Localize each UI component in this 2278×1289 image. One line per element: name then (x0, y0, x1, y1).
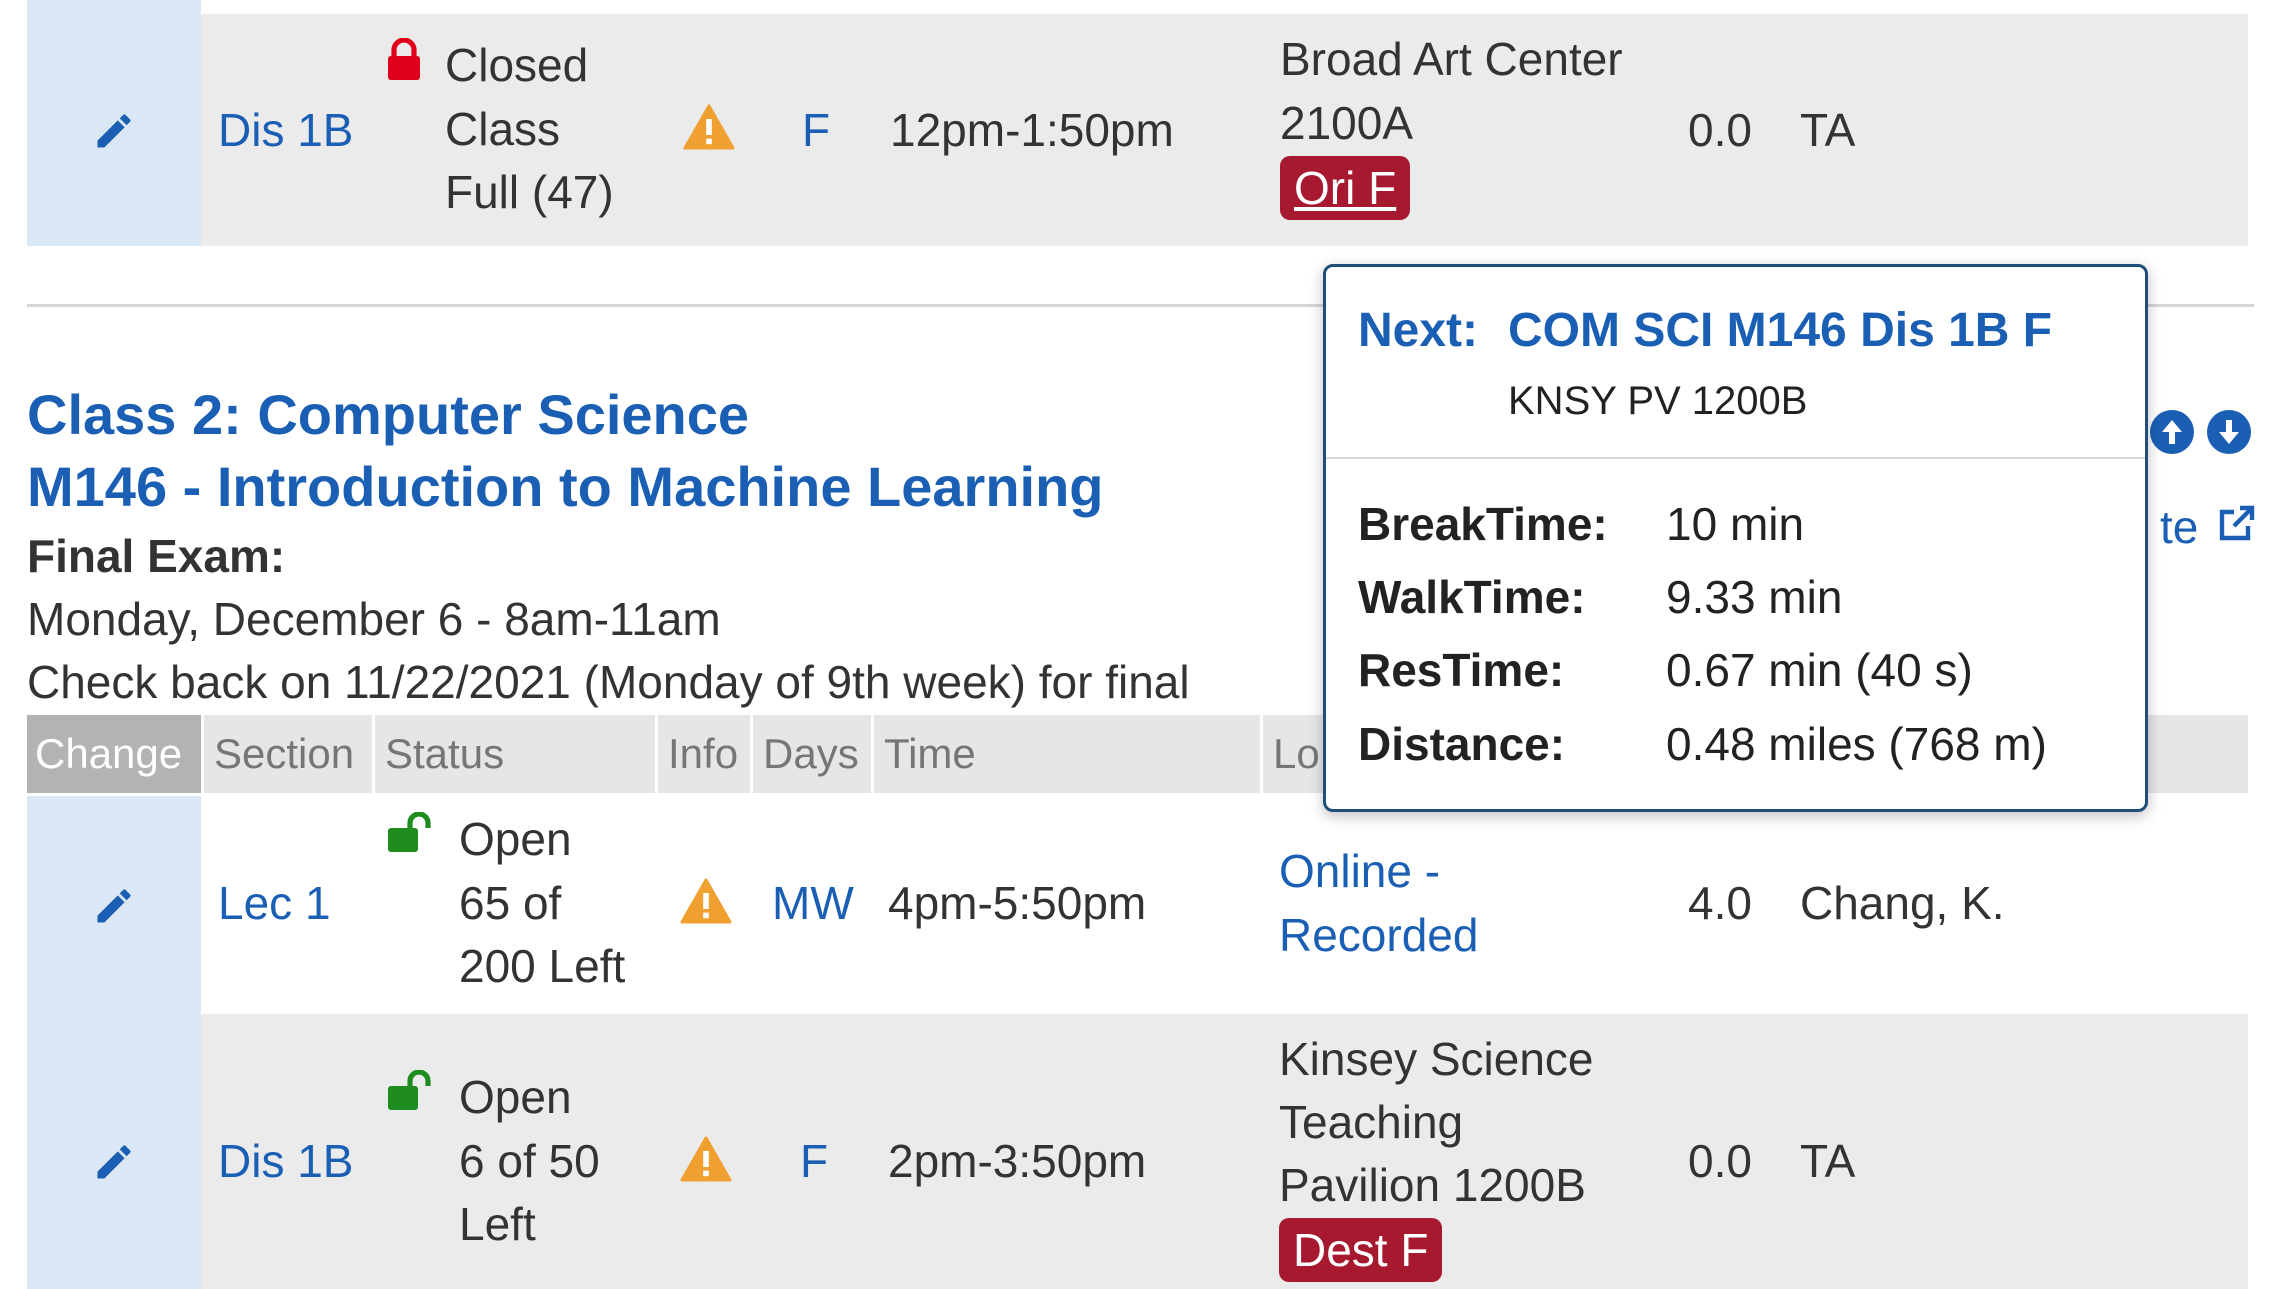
location-line: Broad Art Center (1280, 33, 1623, 85)
status-line: Open (459, 813, 572, 865)
status-line: 6 of 50 (459, 1135, 600, 1187)
lock-closed-icon (388, 38, 420, 80)
walk-time-label: WalkTime: (1358, 571, 1586, 623)
status-line: 65 of (459, 877, 562, 929)
class-title: Class 2: Computer Science (27, 383, 750, 446)
header-time[interactable]: Time (874, 715, 1260, 793)
tooltip-next-label: Next: (1358, 304, 1479, 357)
location-line: Pavilion 1200B (1279, 1159, 1586, 1211)
warning-icon[interactable] (683, 104, 735, 150)
break-time-label: BreakTime: (1358, 498, 1608, 550)
walk-time-value: 9.33 min (1666, 571, 1843, 623)
external-link-partial[interactable]: te (2160, 496, 2198, 559)
status-line: Left (459, 1198, 536, 1250)
status-line: Full (47) (445, 166, 614, 218)
distance-value: 0.48 miles (768 m) (1666, 718, 2047, 770)
time-text: 4pm-5:50pm (888, 877, 1147, 929)
section-link[interactable]: Dis 1B (218, 1130, 353, 1193)
location-line: 2100A (1280, 97, 1414, 149)
destination-tag[interactable]: Dest F (1279, 1218, 1443, 1282)
location-line: Kinsey Science (1279, 1033, 1594, 1085)
status-line: Open (459, 1071, 572, 1123)
header-days[interactable]: Days (753, 715, 871, 793)
header-status[interactable]: Status (375, 715, 655, 793)
units-text: 0.0 (1688, 1135, 1752, 1187)
header-info[interactable]: Info (658, 715, 750, 793)
time-text: 12pm-1:50pm (890, 104, 1174, 156)
instructor-text: TA (1800, 104, 1856, 156)
header-section[interactable]: Section (204, 715, 372, 793)
status-line: Class (445, 103, 561, 155)
warning-icon[interactable] (680, 1136, 732, 1182)
units-text: 0.0 (1688, 104, 1752, 156)
time-text: 2pm-3:50pm (888, 1135, 1147, 1187)
status-line: Closed (445, 39, 589, 91)
instructor-text: Chang, K. (1800, 877, 2005, 929)
lock-open-icon (388, 1070, 431, 1110)
pencil-icon[interactable] (92, 884, 136, 928)
arrow-down-circle-icon[interactable] (2207, 410, 2251, 454)
location-link[interactable]: Online - (1279, 840, 1440, 903)
warning-icon[interactable] (680, 878, 732, 924)
origin-tag[interactable]: Ori F (1280, 156, 1411, 220)
tooltip-next-course: COM SCI M146 Dis 1B F (1508, 304, 2053, 357)
distance-label: Distance: (1358, 718, 1566, 770)
arrow-up-circle-icon[interactable] (2150, 410, 2194, 454)
break-time-value: 10 min (1666, 498, 1805, 550)
location-line: Teaching (1279, 1096, 1464, 1148)
res-time-value: 0.67 min (40 s) (1666, 644, 1973, 696)
pencil-icon[interactable] (92, 109, 136, 153)
final-exam-label: Final Exam: (27, 530, 286, 582)
external-link-icon[interactable] (2214, 502, 2258, 546)
tooltip-divider (1326, 457, 2145, 459)
class-subtitle: M146 - Introduction to Machine Learning (27, 455, 1104, 518)
section-link[interactable]: Lec 1 (218, 872, 331, 935)
tooltip-next-location: KNSY PV 1200B (1508, 379, 1808, 423)
days-link[interactable]: F (802, 99, 830, 162)
section-link[interactable]: Dis 1B (218, 99, 353, 162)
units-text: 4.0 (1688, 877, 1752, 929)
final-exam-date: Monday, December 6 - 8am-11am (27, 593, 721, 645)
lock-open-icon (388, 812, 431, 852)
res-time-label: ResTime: (1358, 644, 1565, 696)
days-link[interactable]: F (800, 1130, 828, 1193)
location-link[interactable]: Recorded (1279, 904, 1478, 967)
header-change: Change (27, 715, 201, 793)
walk-time-tooltip: Next: COM SCI M146 Dis 1B F KNSY PV 1200… (1323, 264, 2148, 812)
status-line: 200 Left (459, 940, 626, 992)
check-back-note: Check back on 11/22/2021 (Monday of 9th … (27, 656, 1190, 708)
pencil-icon[interactable] (92, 1140, 136, 1184)
instructor-text: TA (1800, 1135, 1856, 1187)
days-link[interactable]: MW (772, 872, 854, 935)
